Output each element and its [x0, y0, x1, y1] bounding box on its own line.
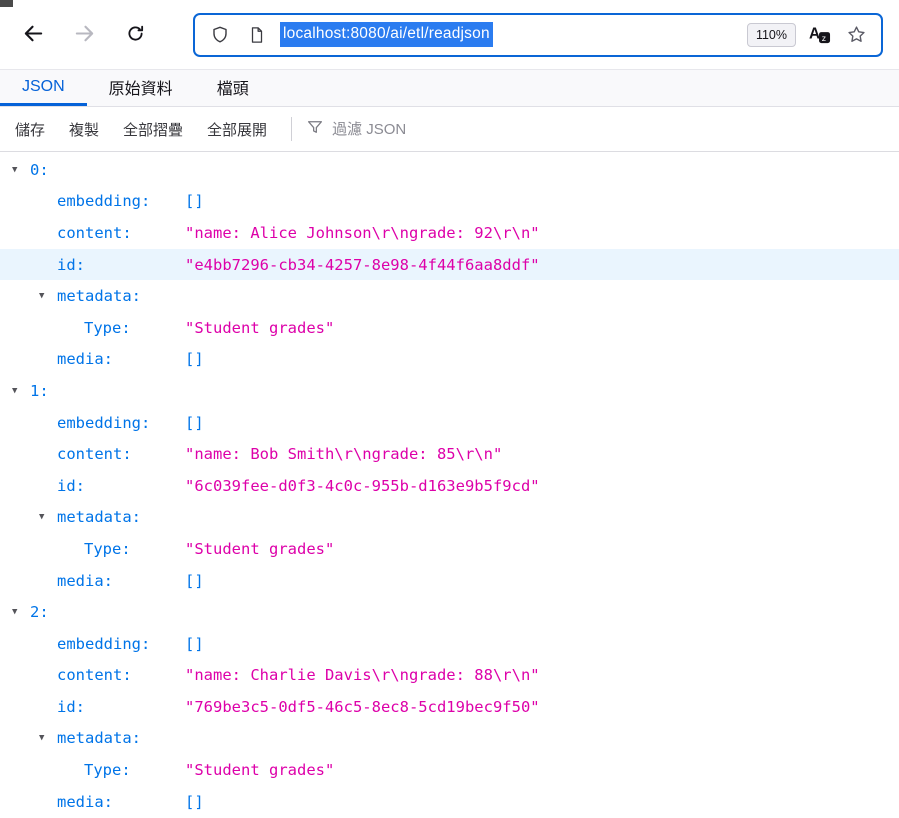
expand-arrow-icon[interactable]: ▼ — [39, 512, 57, 522]
bookmark-star-icon[interactable] — [842, 21, 870, 49]
json-value: "769be3c5-0df5-46c5-8ec8-5cd19bec9f50" — [185, 697, 540, 716]
viewer-tabbar: JSON 原始資料 檔頭 — [0, 70, 899, 107]
forward-arrow-icon — [73, 22, 96, 48]
json-value: [] — [185, 634, 204, 653]
json-row[interactable]: content: "name: Charlie Davis\r\ngrade: 8… — [0, 660, 899, 692]
save-button[interactable]: 儲存 — [15, 119, 45, 140]
json-row[interactable]: ▼ metadata: — [0, 280, 899, 312]
json-toolbar: 儲存 複製 全部摺疊 全部展開 — [0, 107, 899, 152]
json-key: media: — [57, 350, 113, 369]
reload-button[interactable] — [116, 16, 154, 54]
expand-arrow-icon[interactable]: ▼ — [39, 733, 57, 743]
url-bar[interactable]: localhost:8080/ai/etl/readjson 110% Az — [193, 12, 883, 57]
json-key: media: — [57, 571, 113, 590]
svg-text:A: A — [808, 25, 819, 42]
zoom-indicator[interactable]: 110% — [746, 22, 796, 47]
copy-button[interactable]: 複製 — [69, 119, 99, 140]
json-value: "name: Charlie Davis\r\ngrade: 88\r\n" — [185, 666, 540, 685]
json-key: metadata: — [57, 508, 141, 527]
json-value: "Student grades" — [185, 539, 335, 558]
json-key: id: — [57, 476, 85, 495]
json-key: Type: — [84, 761, 131, 780]
json-row[interactable]: Type: "Student grades" — [0, 533, 899, 565]
tab-raw-data[interactable]: 原始資料 — [87, 70, 195, 106]
json-row[interactable]: content: "name: Bob Smith\r\ngrade: 85\r\… — [0, 438, 899, 470]
json-value: "Student grades" — [185, 318, 335, 337]
json-value: "e4bb7296-cb34-4257-8e98-4f44f6aa8ddf" — [185, 255, 540, 274]
json-key: media: — [57, 792, 113, 811]
json-key: 0: — [30, 160, 49, 179]
shield-icon[interactable] — [206, 21, 234, 49]
json-value: [] — [185, 792, 204, 811]
json-key: content: — [57, 445, 132, 464]
tab-headers[interactable]: 檔頭 — [195, 70, 271, 106]
page-info-icon[interactable] — [243, 21, 271, 49]
json-row[interactable]: ▼ 2: — [0, 596, 899, 628]
browser-toolbar: localhost:8080/ai/etl/readjson 110% Az — [0, 0, 899, 70]
json-key: id: — [57, 697, 85, 716]
json-value: "6c039fee-d0f3-4c0c-955b-d163e9b5f9cd" — [185, 476, 540, 495]
expand-arrow-icon[interactable]: ▼ — [12, 607, 30, 617]
json-row[interactable]: ▼ metadata: — [0, 723, 899, 755]
json-value: [] — [185, 350, 204, 369]
json-value: [] — [185, 192, 204, 211]
json-row[interactable]: id: "769be3c5-0df5-46c5-8ec8-5cd19bec9f50… — [0, 691, 899, 723]
window-edge — [0, 0, 13, 7]
json-row[interactable]: id: "e4bb7296-cb34-4257-8e98-4f44f6aa8ddf… — [0, 248, 899, 281]
json-key: metadata: — [57, 287, 141, 306]
json-key: 2: — [30, 603, 49, 622]
json-row[interactable]: media: [] — [0, 344, 899, 376]
json-value: [] — [185, 413, 204, 432]
json-row[interactable]: ▼ 0: — [0, 154, 899, 186]
json-key: content: — [57, 223, 132, 242]
expand-arrow-icon[interactable]: ▼ — [12, 386, 30, 396]
json-row[interactable]: media: [] — [0, 786, 899, 818]
url-input[interactable]: localhost:8080/ai/etl/readjson — [280, 22, 493, 47]
json-row[interactable]: content: "name: Alice Johnson\r\ngrade: 9… — [0, 217, 899, 249]
json-row[interactable]: embedding: [] — [0, 186, 899, 218]
filter-funnel-icon — [306, 118, 324, 141]
collapse-all-button[interactable]: 全部摺疊 — [123, 119, 183, 140]
json-key: Type: — [84, 318, 131, 337]
back-arrow-icon — [22, 22, 45, 48]
back-button[interactable] — [14, 16, 52, 54]
toolbar-separator — [291, 117, 293, 141]
json-key: metadata: — [57, 729, 141, 748]
json-value: "Student grades" — [185, 761, 335, 780]
forward-button[interactable] — [65, 16, 103, 54]
tab-json[interactable]: JSON — [0, 70, 87, 106]
json-value: "name: Alice Johnson\r\ngrade: 92\r\n" — [185, 223, 540, 242]
expand-arrow-icon[interactable]: ▼ — [39, 291, 57, 301]
json-key: embedding: — [57, 634, 151, 653]
json-value: "name: Bob Smith\r\ngrade: 85\r\n" — [185, 445, 503, 464]
reload-icon — [125, 23, 146, 47]
expand-all-button[interactable]: 全部展開 — [207, 119, 267, 140]
json-row[interactable]: ▼ metadata: — [0, 502, 899, 534]
json-row[interactable]: embedding: [] — [0, 407, 899, 439]
expand-arrow-icon[interactable]: ▼ — [12, 165, 30, 175]
json-key: 1: — [30, 381, 49, 400]
json-key: Type: — [84, 539, 131, 558]
json-row[interactable]: embedding: [] — [0, 628, 899, 660]
svg-text:z: z — [821, 33, 825, 43]
json-key: embedding: — [57, 192, 151, 211]
json-row[interactable]: Type: "Student grades" — [0, 312, 899, 344]
json-value: [] — [185, 571, 204, 590]
translate-icon[interactable]: Az — [805, 21, 833, 49]
filter-json-input[interactable] — [332, 120, 553, 138]
json-row[interactable]: media: [] — [0, 565, 899, 597]
json-key: embedding: — [57, 413, 151, 432]
json-tree: ▼ 0: embedding:[] content: "name: Alice John… — [0, 152, 899, 817]
json-row[interactable]: Type: "Student grades" — [0, 754, 899, 786]
json-key: id: — [57, 255, 85, 274]
json-row[interactable]: ▼ 1: — [0, 375, 899, 407]
json-row[interactable]: id: "6c039fee-d0f3-4c0c-955b-d163e9b5f9cd… — [0, 470, 899, 502]
json-key: content: — [57, 666, 132, 685]
